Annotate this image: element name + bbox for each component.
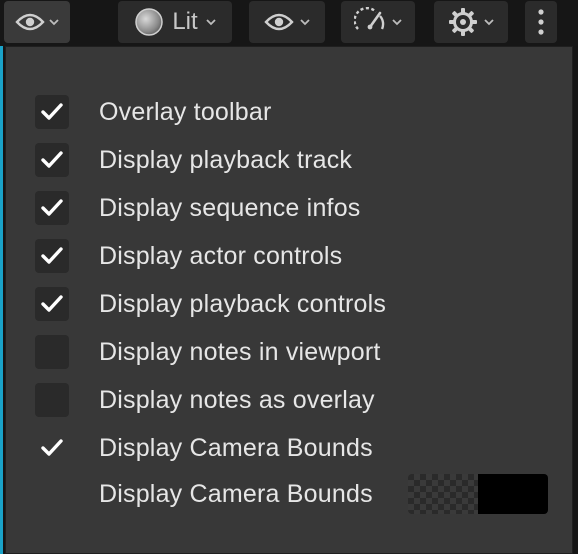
chevron-down-icon [49,18,59,25]
chevron-down-icon [206,18,216,25]
checkbox[interactable] [35,95,69,129]
eye-icon [15,13,45,31]
menu-item-label: Display actor controls [99,241,343,270]
viewport-options-menu: Overlay toolbar Display playback track D… [5,46,573,554]
checkbox[interactable] [35,239,69,273]
vertical-dots-icon [538,9,544,35]
menu-item-display-camera-bounds[interactable]: Display Camera Bounds [6,425,572,471]
chevron-down-icon [300,18,310,25]
viewport-toolbar: Lit [0,0,578,46]
menu-item-label: Display playback controls [99,289,387,318]
menu-item-display-notes-as-overlay[interactable]: Display notes as overlay [6,377,572,423]
menu-item-label: Display Camera Bounds [99,433,373,462]
viewport-options-button[interactable] [4,1,70,43]
more-options-button[interactable] [525,1,557,43]
menu-item-display-playback-controls[interactable]: Display playback controls [6,281,572,327]
viewport-edge-accent [0,46,3,554]
menu-item-label: Overlay toolbar [99,97,272,126]
chevron-down-icon [392,18,402,25]
checkbox[interactable] [35,431,69,465]
menu-item-display-playback-track[interactable]: Display playback track [6,137,572,183]
sphere-icon [135,8,164,36]
checkbox[interactable] [35,383,69,417]
menu-item-display-sequence-infos[interactable]: Display sequence infos [6,185,572,231]
checkmark-icon [41,199,63,216]
settings-button[interactable] [434,1,508,43]
menu-item-overlay-toolbar[interactable]: Overlay toolbar [6,89,572,135]
gear-icon [449,8,477,36]
view-mode-label: Lit [172,8,198,35]
checkmark-icon [41,247,63,264]
checkmark-icon [41,103,63,120]
checkmark-icon [41,151,63,168]
performance-button[interactable] [341,1,415,43]
checkbox[interactable] [35,191,69,225]
menu-item-display-notes-in-viewport[interactable]: Display notes in viewport [6,329,572,375]
menu-item-label: Display Camera Bounds [99,479,373,508]
checkbox[interactable] [35,335,69,369]
checkbox[interactable] [35,287,69,321]
show-flags-button[interactable] [249,1,325,43]
camera-bounds-color-swatch[interactable] [408,474,548,514]
gauge-icon [354,7,385,30]
menu-item-label: Display notes in viewport [99,337,381,366]
menu-item-label: Display notes as overlay [99,385,375,414]
menu-item-camera-bounds-color: Display Camera Bounds [6,471,572,517]
checkbox[interactable] [35,143,69,177]
eye-icon [264,13,294,31]
checkmark-icon [41,295,63,312]
chevron-down-icon [484,18,494,25]
swatch-solid-preview [478,474,548,514]
view-mode-dropdown[interactable]: Lit [118,1,232,43]
swatch-alpha-preview [408,474,478,514]
menu-item-label: Display sequence infos [99,193,361,222]
menu-item-display-actor-controls[interactable]: Display actor controls [6,233,572,279]
checkmark-icon [41,439,63,456]
menu-item-label: Display playback track [99,145,353,174]
